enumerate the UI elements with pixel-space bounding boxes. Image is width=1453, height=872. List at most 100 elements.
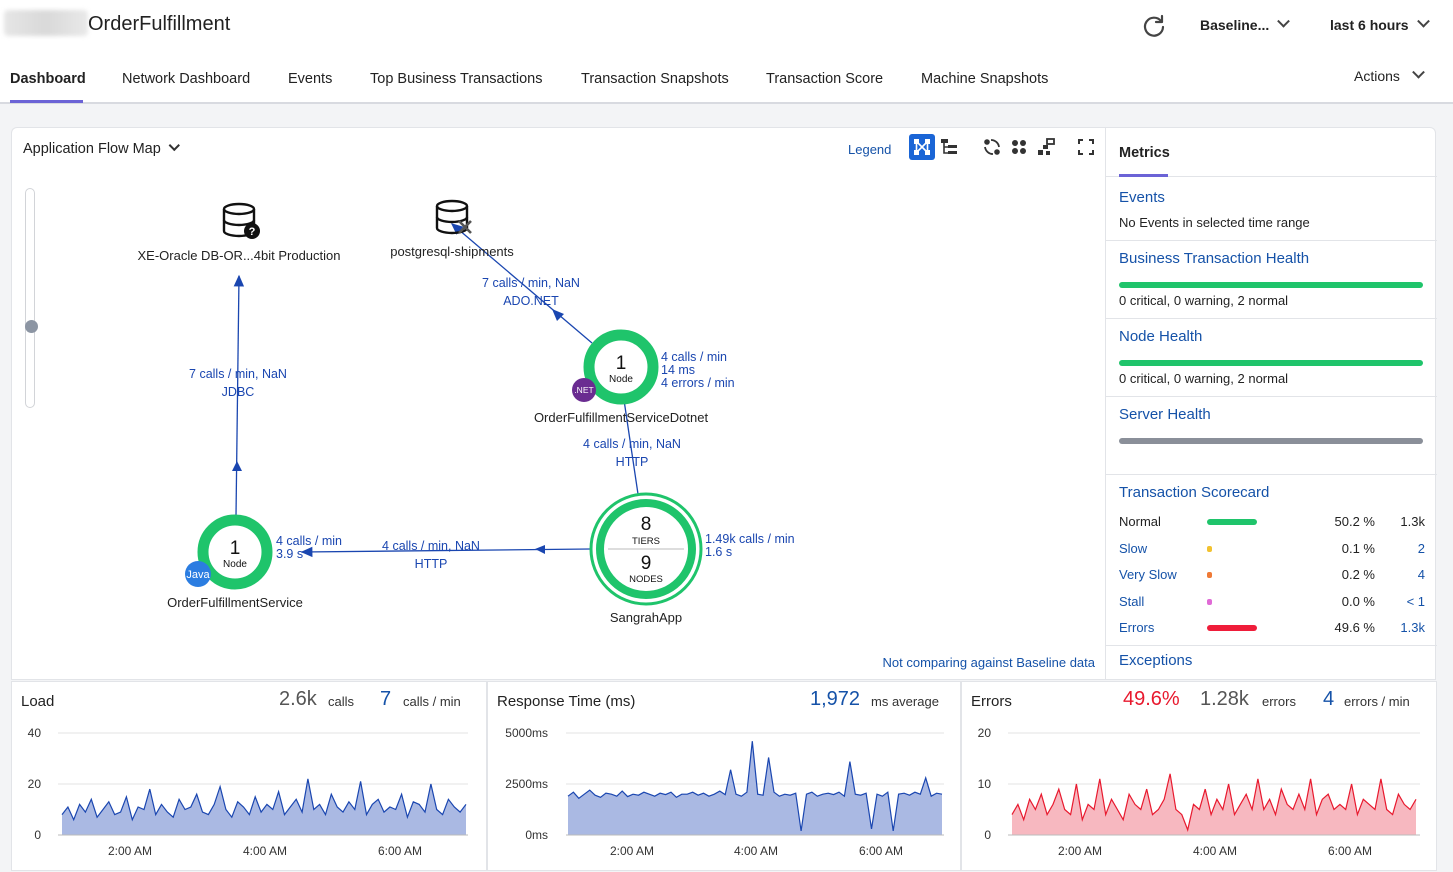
dotnet-node-count: 1 — [616, 353, 627, 374]
bt-health-section: Business Transaction Health 0 critical, … — [1106, 241, 1437, 319]
tab-bar: Dashboard Network Dashboard Events Top B… — [0, 52, 1453, 104]
bt-health-title[interactable]: Business Transaction Health — [1119, 250, 1309, 267]
y-tick-label: 10 — [978, 777, 992, 791]
flow-map-panel: ? XE-Oracle DB-OR...4bit Production post… — [11, 127, 1105, 680]
series-area — [568, 741, 942, 835]
fullscreen-button[interactable] — [1073, 134, 1099, 160]
y-tick-label: 40 — [28, 726, 42, 740]
scorecard-row-name: Errors — [1119, 620, 1155, 635]
postgres-node[interactable]: postgresql-shipments — [390, 199, 514, 259]
tab-events[interactable]: Events — [288, 71, 332, 87]
scorecard-row-bar — [1207, 598, 1212, 605]
scorecard-row[interactable]: Errors 49.6 % 1.3k — [1119, 620, 1425, 640]
edge-sangrah-dotnet-protocol: HTTP — [616, 455, 649, 469]
node-health-bar — [1119, 360, 1423, 366]
java-stat-calls: 4 calls / min — [276, 534, 342, 548]
events-section: Events No Events in selected time range — [1106, 177, 1437, 241]
metrics-header[interactable]: Metrics — [1119, 145, 1170, 161]
edge-sangrah-java-calls: 4 calls / min, NaN — [382, 539, 480, 553]
load-chart: 40 20 0 2:00 AM 4:00 AM 6:00 AM — [28, 726, 468, 858]
dotnet-stat-calls: 4 calls / min — [661, 350, 727, 364]
y-tick-label: 5000ms — [505, 726, 548, 740]
sangrah-label: SangrahApp — [610, 610, 682, 625]
scorecard-row[interactable]: Very Slow 0.2 % 4 — [1119, 567, 1425, 587]
time-range-dropdown[interactable]: last 6 hours — [1330, 14, 1430, 33]
scorecard-row-count: 4 — [1417, 567, 1425, 582]
fullscreen-icon — [1078, 139, 1094, 155]
dotnet-stat-errors: 4 errors / min — [661, 376, 735, 390]
node-health-title[interactable]: Node Health — [1119, 328, 1202, 345]
tab-transaction-score[interactable]: Transaction Score — [766, 71, 883, 87]
x-tick-label: 2:00 AM — [610, 844, 654, 858]
graph-view-icon — [914, 139, 930, 155]
grid-layout-icon — [1012, 140, 1026, 154]
dotnet-label: OrderFulfillmentServiceDotnet — [534, 410, 709, 425]
postgres-label: postgresql-shipments — [390, 244, 514, 259]
node-health-summary: 0 critical, 0 warning, 2 normal — [1119, 371, 1289, 386]
scorecard-row[interactable]: Slow 0.1 % 2 — [1119, 541, 1425, 561]
scorecard-row-bar — [1207, 545, 1212, 552]
tab-transaction-snapshots[interactable]: Transaction Snapshots — [581, 71, 729, 87]
java-badge-label: Java — [186, 569, 210, 581]
y-tick-label: 0 — [984, 828, 991, 842]
sangrah-nodes-label: NODES — [629, 574, 663, 585]
legend-link[interactable]: Legend — [848, 142, 891, 157]
tab-top-business-transactions[interactable]: Top Business Transactions — [370, 71, 542, 87]
flow-map-selector[interactable]: Application Flow Map — [23, 139, 180, 157]
y-tick-label: 0 — [34, 828, 41, 842]
events-subtitle: No Events in selected time range — [1119, 215, 1310, 230]
response-time-chart: 5000ms 2500ms 0ms 2:00 AM 4:00 AM 6:00 AM — [505, 726, 944, 858]
java-tier-node[interactable]: 1 Node Java OrderFulfillmentService 4 ca… — [167, 514, 342, 610]
zoom-slider-track[interactable] — [25, 188, 35, 408]
sangrah-nodes-count: 9 — [641, 553, 652, 574]
tree-view-icon — [941, 139, 957, 154]
compact-layout-button[interactable] — [1033, 134, 1059, 160]
server-health-section: Server Health — [1106, 397, 1437, 475]
tab-machine-snapshots[interactable]: Machine Snapshots — [921, 71, 1048, 87]
scorecard-row-percent: 0.0 % — [1341, 593, 1375, 609]
dotnet-tier-node[interactable]: 1 Node .NET OrderFulfillmentServiceDotne… — [534, 329, 735, 425]
y-tick-label: 20 — [978, 726, 992, 740]
scorecard-row[interactable]: Stall 0.0 % < 1 — [1119, 594, 1425, 614]
sangrah-app-node[interactable]: 8 TIERS 9 NODES SangrahApp 1.49k calls /… — [589, 492, 795, 625]
blurred-app-prefix — [4, 10, 88, 36]
bt-health-summary: 0 critical, 0 warning, 2 normal — [1119, 293, 1289, 308]
tab-dashboard[interactable]: Dashboard — [10, 71, 86, 87]
flow-map-canvas: ? XE-Oracle DB-OR...4bit Production post… — [137, 199, 795, 625]
server-health-title[interactable]: Server Health — [1119, 406, 1211, 423]
refresh-icon[interactable] — [1141, 13, 1167, 39]
sangrah-stat-response: 1.6 s — [705, 545, 732, 559]
oracle-db-node[interactable]: ? XE-Oracle DB-OR...4bit Production — [137, 202, 341, 263]
zoom-slider-handle[interactable] — [25, 320, 38, 333]
auto-arrange-icon — [984, 139, 1000, 155]
scorecard-row-count: 1.3k — [1400, 514, 1425, 529]
x-tick-label: 4:00 AM — [734, 844, 778, 858]
scorecard-row-name: Normal — [1119, 514, 1161, 529]
scorecard-row-count: 1.3k — [1400, 620, 1425, 635]
svg-text:?: ? — [249, 226, 256, 238]
scorecard-row-percent: 0.2 % — [1341, 567, 1375, 582]
exceptions-title[interactable]: Exceptions — [1119, 652, 1192, 669]
chevron-down-icon — [1277, 14, 1291, 28]
x-tick-label: 6:00 AM — [1328, 844, 1372, 858]
sangrah-stat-calls: 1.49k calls / min — [705, 532, 795, 546]
grid-layout-button[interactable] — [1006, 134, 1032, 160]
scorecard-row-percent: 50.2 % — [1334, 514, 1375, 529]
scorecard-section: Transaction Scorecard Normal 50.2 % 1.3k Sl… — [1106, 475, 1437, 646]
scorecard-title[interactable]: Transaction Scorecard — [1119, 484, 1269, 501]
baseline-dropdown[interactable]: Baseline... — [1200, 14, 1291, 33]
actions-menu[interactable]: Actions — [1354, 65, 1425, 84]
server-health-bar — [1119, 438, 1423, 444]
events-title[interactable]: Events — [1119, 189, 1165, 206]
scorecard-row-percent: 49.6 % — [1334, 620, 1375, 635]
x-tick-label: 4:00 AM — [1193, 844, 1237, 858]
dotnet-stat-response: 14 ms — [661, 363, 695, 377]
tree-view-button[interactable] — [936, 134, 962, 160]
graph-view-button[interactable] — [909, 134, 935, 160]
x-tick-label: 6:00 AM — [378, 844, 422, 858]
scorecard-row: Normal 50.2 % 1.3k — [1119, 514, 1425, 534]
edge-java-oracle-calls: 7 calls / min, NaN — [189, 367, 287, 381]
compact-layout-icon — [1038, 138, 1055, 155]
auto-arrange-button[interactable] — [979, 134, 1005, 160]
tab-network-dashboard[interactable]: Network Dashboard — [122, 71, 250, 87]
